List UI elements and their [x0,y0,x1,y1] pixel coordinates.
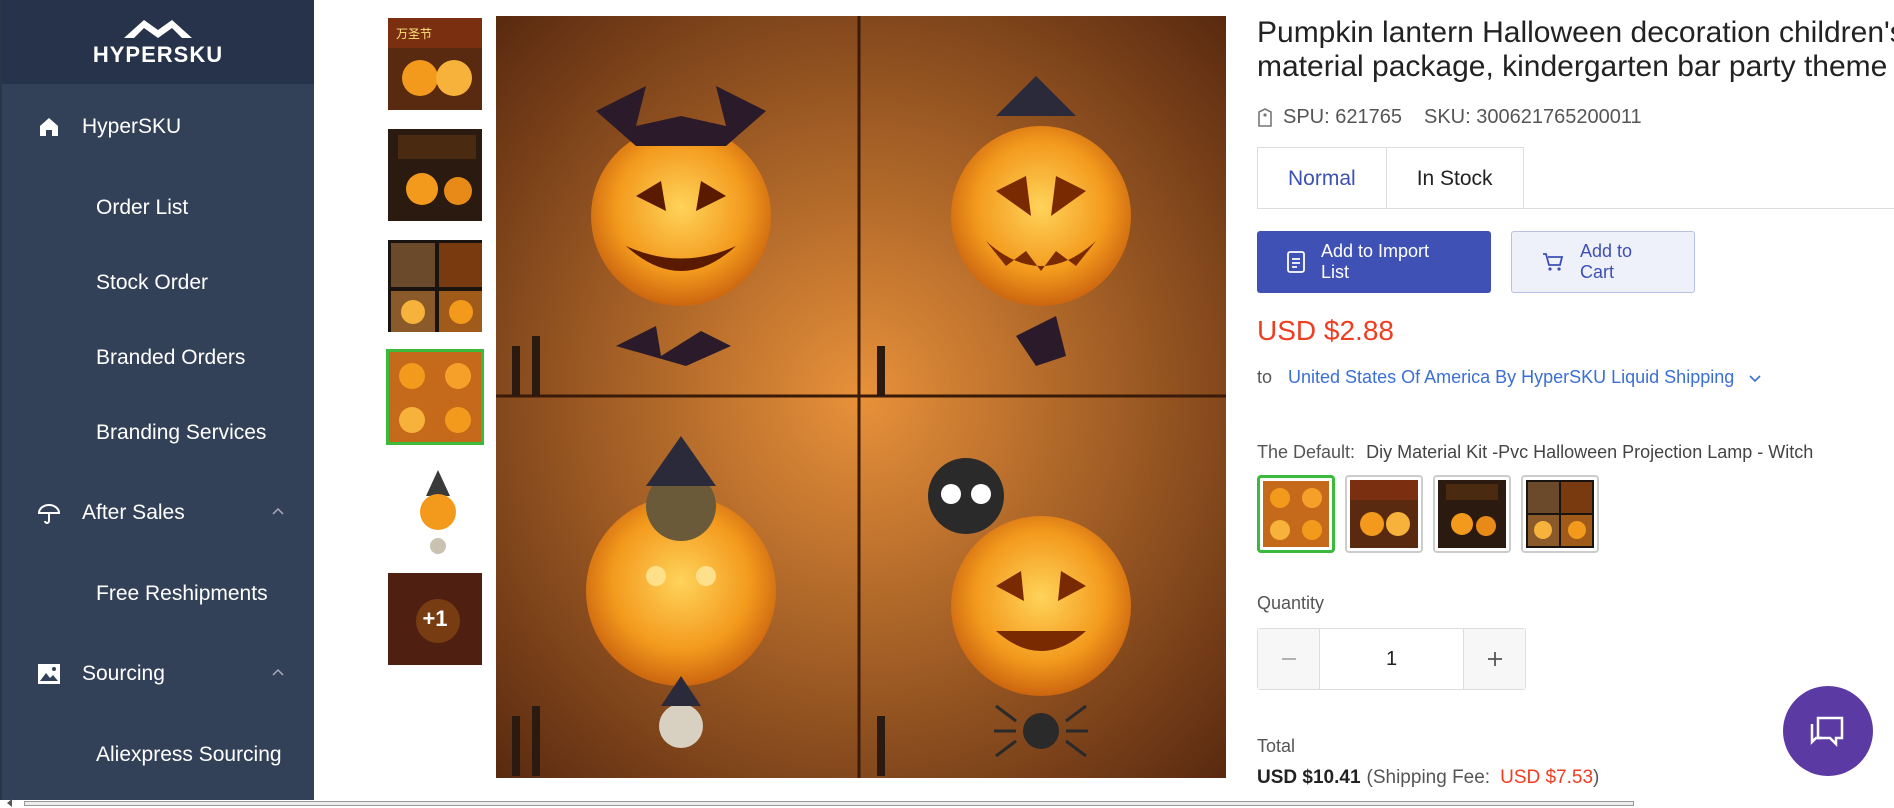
document-icon [1287,251,1305,273]
nav-group-hypersku[interactable]: HyperSKU [2,84,314,170]
add-to-cart-label: Add to Cart [1580,241,1633,282]
product-info: Pumpkin lantern Halloween decoration chi… [1257,16,1894,789]
sidebar: HYPERSKU HyperSKU Order List Stock Order… [0,0,314,800]
total-row: USD $10.41 (Shipping Fee: USD $7.53 ) [1257,767,1894,789]
logo-mark-icon [124,20,192,38]
variant-swatches [1257,475,1894,553]
variant-swatch-selected[interactable] [1257,475,1335,553]
more-count: +1 [388,573,482,665]
chevron-down-icon[interactable] [1748,373,1762,383]
sidebar-item-branded-orders[interactable]: Branded Orders [2,320,314,395]
tag-icon [1258,107,1272,127]
thumbnail-more[interactable]: +1 [386,571,484,667]
thumbnail[interactable] [386,460,484,556]
variant-label-value: Diy Material Kit -Pvc Halloween Projecti… [1366,442,1814,462]
umbrella-icon [36,500,62,526]
chevron-up-icon[interactable] [272,506,284,518]
add-to-import-list-label: Add to Import List [1321,241,1430,282]
product-title: Pumpkin lantern Halloween decoration chi… [1257,16,1894,84]
product-title-line-1: Pumpkin lantern Halloween decoration chi… [1257,16,1894,49]
quantity-stepper: 1 [1257,628,1526,690]
chat-icon [1810,716,1844,748]
total-amount: USD $10.41 [1257,767,1361,788]
variant-swatch[interactable] [1433,475,1511,553]
nav-group-label: HyperSKU [82,115,182,138]
quantity-label: Quantity [1257,593,1325,613]
nav-group-label: After Sales [82,501,185,524]
thumbnail-selected[interactable] [386,349,484,445]
thumbnail[interactable]: 万圣节 [386,16,484,112]
minus-icon [1281,658,1296,660]
cart-icon [1542,252,1564,272]
product-title-line-2: material package, kindergarten bar party… [1257,50,1888,83]
main-product-image[interactable] [496,16,1226,778]
sidebar-item-aliexpress-sourcing[interactable]: Aliexpress Sourcing [2,717,314,792]
thumbnail[interactable] [386,238,484,334]
shipping-selector: to United States Of America By HyperSKU … [1257,367,1894,388]
nav-group-label: Sourcing [82,662,165,685]
add-to-import-list-button[interactable]: Add to Import List [1257,231,1491,293]
nav-group-after-sales[interactable]: After Sales [2,470,314,556]
increase-button[interactable] [1463,629,1525,689]
thumbnail[interactable] [386,127,484,223]
tab-normal[interactable]: Normal [1257,147,1387,209]
sidebar-item-free-reshipments[interactable]: Free Reshipments [2,556,314,631]
variant-label: The Default: Diy Material Kit -Pvc Hallo… [1257,442,1894,463]
nav-group-sourcing[interactable]: Sourcing [2,631,314,717]
chat-button[interactable] [1783,686,1873,776]
ship-to-label: to [1257,367,1273,387]
spu-label: SPU: 621765 [1283,106,1402,128]
decrease-button[interactable] [1258,629,1320,689]
variant-swatch[interactable] [1521,475,1599,553]
logo[interactable]: HYPERSKU [2,0,314,84]
shipping-destination-dropdown[interactable]: United States Of America By HyperSKU Liq… [1288,367,1734,388]
add-to-cart-button[interactable]: Add to Cart [1511,231,1695,293]
quantity-input[interactable]: 1 [1320,629,1463,689]
product-ids: SPU: 621765 SKU: 300621765200011 [1257,106,1894,129]
sidebar-item-stock-order[interactable]: Stock Order [2,245,314,320]
sidebar-item-branding-services[interactable]: Branding Services [2,395,314,470]
logo-text: HYPERSKU [92,42,224,67]
variant-swatch[interactable] [1345,475,1423,553]
scroll-left-icon[interactable] [4,798,16,808]
thumbnail-list: 万圣节 +1 [386,16,484,682]
svg-text:万圣节: 万圣节 [396,27,432,41]
home-icon [36,114,62,140]
chevron-up-icon[interactable] [272,667,284,679]
sidebar-item-order-list[interactable]: Order List [2,170,314,245]
tab-in-stock[interactable]: In Stock [1386,147,1524,209]
plus-icon [1487,652,1502,666]
product-price: USD $2.88 [1257,315,1394,346]
shipping-fee-close: ) [1593,767,1600,788]
image-icon [36,661,62,687]
variant-label-key: The Default: [1257,442,1356,462]
shipping-fee-label: (Shipping Fee: [1366,767,1491,788]
horizontal-scrollbar[interactable] [24,801,1634,806]
sku-label: SKU: 300621765200011 [1423,106,1642,128]
stock-tabs: Normal In Stock [1257,147,1894,209]
shipping-fee: USD $7.53 [1500,767,1594,788]
action-buttons: Add to Import List Add to Cart [1257,231,1894,293]
